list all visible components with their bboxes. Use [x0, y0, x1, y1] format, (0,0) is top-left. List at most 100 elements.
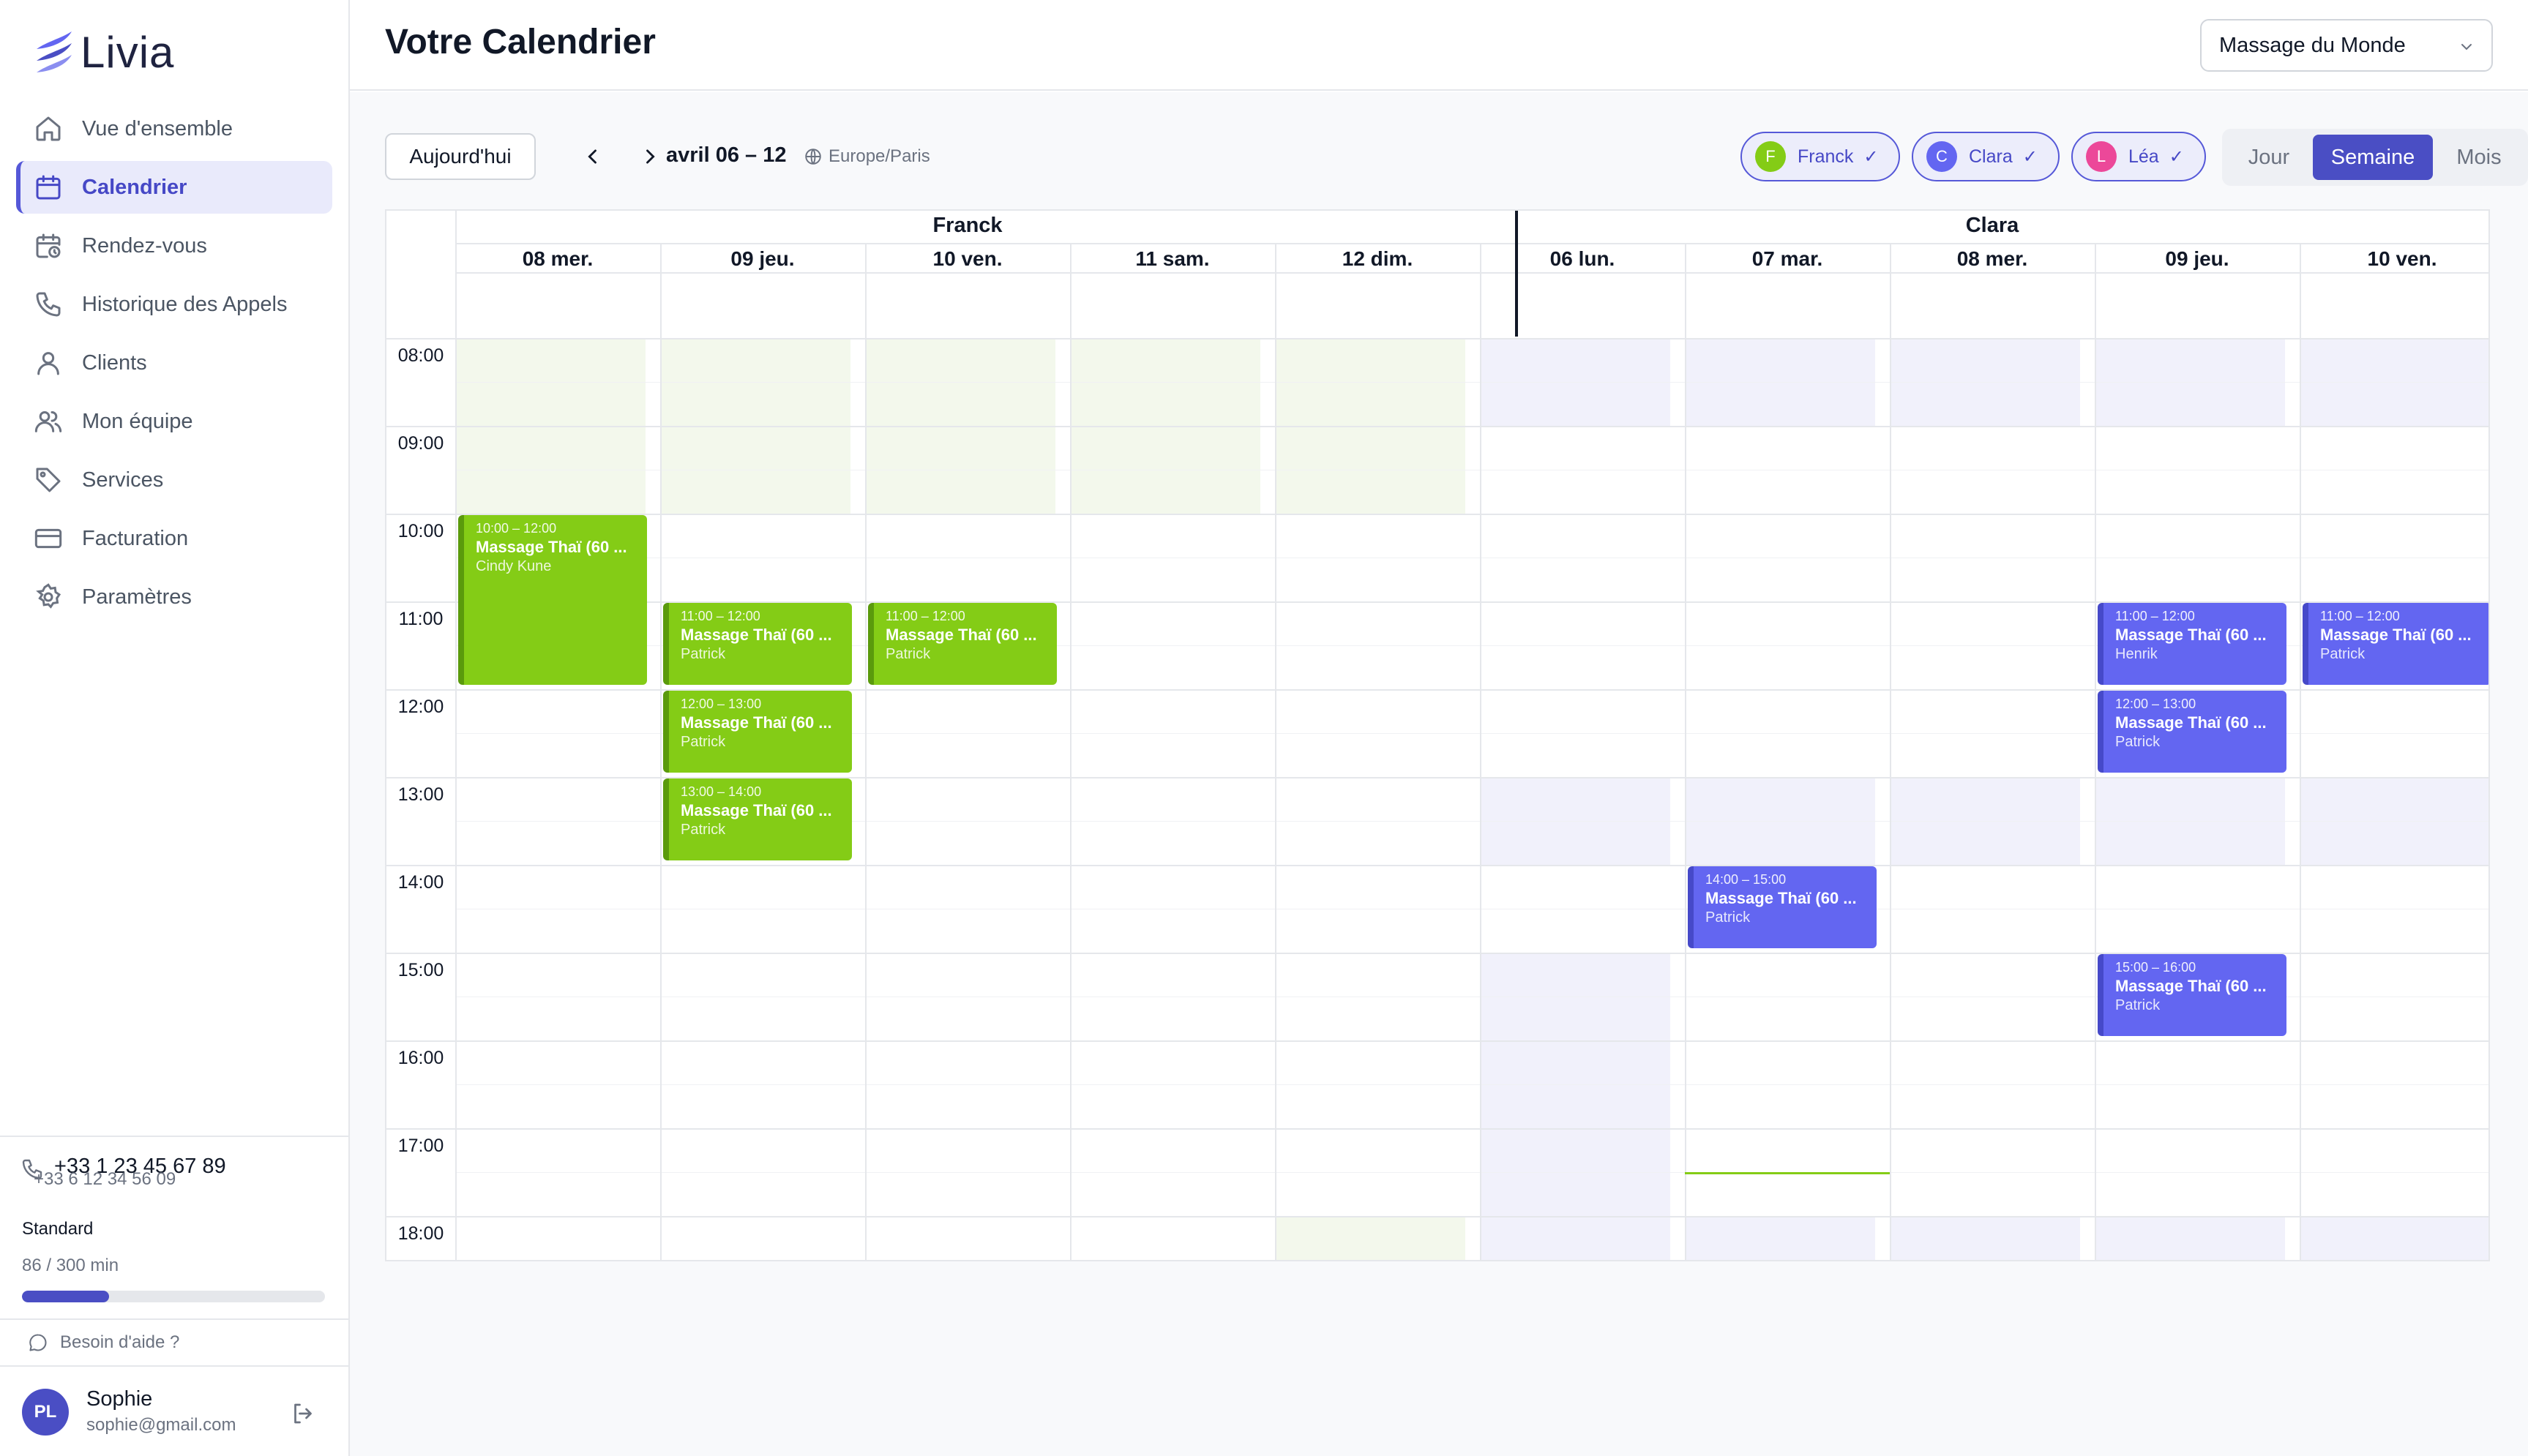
- day-header[interactable]: 07 mar.: [1685, 247, 1890, 271]
- sidebar-item-label: Services: [82, 468, 164, 492]
- sidebar-item-label: Rendez-vous: [82, 233, 207, 258]
- page-title: Votre Calendrier: [385, 23, 656, 61]
- unavailable-slot: [2096, 1216, 2285, 1260]
- event-client: Patrick: [1705, 909, 1751, 926]
- unavailable-slot: [1686, 1216, 1875, 1260]
- staff-chip-franck[interactable]: F Franck ✓: [1740, 132, 1900, 181]
- appointment-event[interactable]: 13:00 – 14:00 Massage Thaï (60 ... Patrick: [663, 778, 852, 860]
- appointment-event[interactable]: 10:00 – 12:00 Massage Thaï (60 ... Cindy K…: [458, 515, 647, 685]
- logo[interactable]: Livia: [34, 26, 174, 78]
- sidebar-item-calendar[interactable]: Calendrier: [16, 161, 332, 214]
- sidebar-item-label: Vue d'ensemble: [82, 116, 233, 140]
- day-header[interactable]: 11 sam.: [1070, 247, 1275, 271]
- sidebar-item-label: Facturation: [82, 526, 189, 550]
- day-header[interactable]: 12 dim.: [1275, 247, 1480, 271]
- user-name: Sophie: [86, 1387, 153, 1411]
- appointment-event[interactable]: 14:00 – 15:00 Massage Thaï (60 ... Patrick: [1688, 866, 1877, 948]
- current-time-line: [1685, 1172, 1890, 1174]
- calendar-clock-icon: [36, 233, 61, 258]
- appointment-event[interactable]: 11:00 – 12:00 Massage Thaï (60 ... Patrick: [868, 603, 1057, 685]
- appointment-event[interactable]: 15:00 – 16:00 Massage Thaï (60 ... Patrick: [2098, 954, 2286, 1036]
- sidebar-item-overview[interactable]: Vue d'ensemble: [16, 102, 332, 155]
- hour-label: 09:00: [397, 433, 444, 454]
- day-column-line: [1480, 243, 1481, 1260]
- sidebar-item-label: Clients: [82, 350, 147, 375]
- view-week-button[interactable]: Semaine: [2313, 135, 2433, 180]
- event-title: Massage Thaï (60 ...: [2115, 626, 2267, 644]
- sidebar-item-team[interactable]: Mon équipe: [16, 395, 332, 448]
- day-header[interactable]: 08 mer.: [455, 247, 660, 271]
- event-time: 11:00 – 12:00: [681, 609, 760, 623]
- location-select[interactable]: Massage du Monde: [2200, 19, 2493, 72]
- user-profile: PL Sophie sophie@gmail.com: [0, 1368, 348, 1456]
- day-header[interactable]: 08 mer.: [1890, 247, 2095, 271]
- appointment-event[interactable]: 12:00 – 13:00 Massage Thaï (60 ... Patrick: [2098, 691, 2286, 773]
- sidebar-item-call-history[interactable]: Historique des Appels: [16, 278, 332, 331]
- hour-label: 14:00: [397, 872, 444, 893]
- location-select-value: Massage du Monde: [2219, 33, 2406, 57]
- day-column-line: [1685, 243, 1686, 1260]
- sidebar-item-settings[interactable]: Paramètres: [16, 571, 332, 623]
- appointment-event[interactable]: 11:00 – 12:00 Massage Thaï (60 ... Patrick: [663, 603, 852, 685]
- app-root: Livia Vue d'ensemble Calendrier Rendez-v…: [0, 0, 2528, 1456]
- logout-icon[interactable]: [290, 1400, 316, 1427]
- event-client: Patrick: [681, 646, 726, 662]
- hour-line: [386, 426, 2488, 427]
- hour-label: 13:00: [397, 784, 444, 805]
- view-switcher: Jour Semaine Mois: [2222, 129, 2528, 186]
- staff-avatar: L: [2086, 141, 2117, 172]
- view-day-button[interactable]: Jour: [2228, 135, 2310, 180]
- tag-icon: [36, 468, 61, 492]
- prev-week-button[interactable]: [578, 142, 607, 171]
- next-week-button[interactable]: [635, 142, 665, 171]
- today-button[interactable]: Aujourd'hui: [385, 133, 536, 180]
- chevron-right-icon: [646, 149, 655, 164]
- day-column-line: [455, 211, 457, 1260]
- check-icon: ✓: [1863, 146, 1879, 167]
- sidebar-item-services[interactable]: Services: [16, 454, 332, 506]
- sidebar-item-label: Paramètres: [82, 585, 192, 609]
- avatar[interactable]: PL: [22, 1389, 69, 1436]
- main-content: Aujourd'hui avril 06 – 12 Europe/Paris F…: [350, 92, 2528, 1456]
- day-header[interactable]: 06 lun.: [1480, 247, 1685, 271]
- day-column-line: [865, 243, 867, 1260]
- gear-icon: [36, 583, 61, 609]
- event-title: Massage Thaï (60 ...: [2320, 626, 2472, 644]
- day-header[interactable]: 09 jeu.: [2095, 247, 2300, 271]
- calendar-grid: 08:00 09:00 10:00 11:00 12:00 13:00 14:00 15:00…: [385, 209, 2490, 1261]
- day-header[interactable]: 10 ven.: [865, 247, 1070, 271]
- timezone-label: Europe/Paris: [829, 146, 930, 166]
- phone-icon: [36, 292, 61, 317]
- event-time: 11:00 – 12:00: [2115, 609, 2195, 623]
- staff-chip-clara[interactable]: C Clara ✓: [1912, 132, 2060, 181]
- usage-bar: [22, 1291, 325, 1302]
- event-time: 15:00 – 16:00: [2115, 960, 2196, 975]
- credit-card-icon: [34, 528, 62, 549]
- appointment-event[interactable]: 12:00 – 13:00 Massage Thaï (60 ... Patrick: [663, 691, 852, 773]
- chat-bubble-icon: [29, 1334, 47, 1351]
- event-title: Massage Thaï (60 ...: [2115, 713, 2267, 732]
- event-title: Massage Thaï (60 ...: [681, 713, 832, 732]
- user-icon: [37, 352, 59, 375]
- event-title: Massage Thaï (60 ...: [681, 626, 832, 644]
- sidebar-item-billing[interactable]: Facturation: [16, 512, 332, 565]
- sidebar-item-clients[interactable]: Clients: [16, 337, 332, 389]
- staff-chip-lea[interactable]: L Léa ✓: [2071, 132, 2206, 181]
- event-client: Patrick: [2115, 997, 2161, 1013]
- staff-name: Franck: [1798, 146, 1854, 167]
- unavailable-slot: [2301, 1216, 2488, 1260]
- event-time: 13:00 – 14:00: [681, 784, 762, 799]
- appointment-event[interactable]: 11:00 – 12:00 Massage Thaï (60 ... Patrick: [2303, 603, 2488, 685]
- sidebar-item-appointments[interactable]: Rendez-vous: [16, 219, 332, 272]
- day-header[interactable]: 09 jeu.: [660, 247, 865, 271]
- hour-label: 18:00: [397, 1223, 444, 1244]
- home-icon: [36, 116, 61, 141]
- day-header[interactable]: 10 ven.: [2300, 247, 2488, 271]
- globe-icon: [805, 149, 821, 165]
- help-link[interactable]: Besoin d'aide ?: [0, 1318, 348, 1367]
- view-month-button[interactable]: Mois: [2436, 135, 2522, 180]
- event-client: Patrick: [681, 734, 726, 750]
- appointment-event[interactable]: 11:00 – 12:00 Massage Thaï (60 ... Henrik: [2098, 603, 2286, 685]
- hour-line: [386, 1216, 2488, 1217]
- day-column-line: [660, 243, 662, 1260]
